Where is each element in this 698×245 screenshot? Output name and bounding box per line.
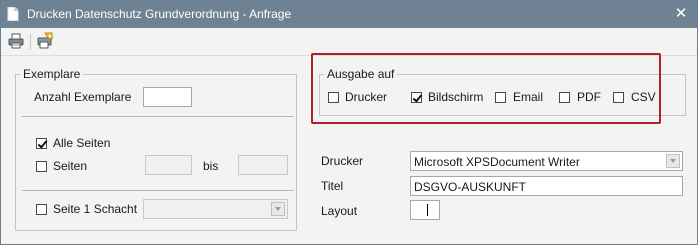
exemplare-group: Exemplare Anzahl Exemplare Alle Seiten S…: [15, 67, 297, 231]
window-title: Drucken Datenschutz Grundverordnung - An…: [27, 7, 292, 21]
chevron-down-icon[interactable]: [666, 154, 680, 168]
title-label: Titel: [321, 179, 344, 193]
printer-label: Drucker: [321, 154, 364, 168]
tray-select[interactable]: [143, 199, 288, 219]
printer-select[interactable]: Microsoft XPSDocument Writer: [410, 151, 683, 171]
pages-to-input[interactable]: [238, 155, 288, 175]
title-bar: Drucken Datenschutz Grundverordnung - An…: [1, 1, 697, 28]
pages-from-input[interactable]: [145, 155, 192, 175]
tray-label: Seite 1 Schacht: [53, 202, 138, 216]
layout-input[interactable]: [410, 200, 440, 220]
section-divider: [22, 190, 294, 191]
printer-icon[interactable]: [7, 32, 25, 50]
all-pages-label: Alle Seiten: [53, 136, 111, 150]
toolbar-separator: [30, 34, 31, 50]
pages-to-label: bis: [203, 159, 219, 173]
copies-input[interactable]: [143, 87, 192, 107]
output-highlight-frame: [311, 53, 661, 124]
title-input[interactable]: DSGVO-AUSKUNFT: [410, 176, 683, 196]
layout-label: Layout: [321, 204, 358, 218]
title-value: DSGVO-AUSKUNFT: [414, 180, 527, 194]
tray-checkbox[interactable]: [36, 204, 47, 215]
text-cursor: [427, 204, 428, 216]
exemplare-legend: Exemplare: [20, 67, 84, 81]
print-dialog: Drucken Datenschutz Grundverordnung - An…: [0, 0, 698, 245]
pages-label: Seiten: [53, 159, 88, 173]
chevron-down-icon[interactable]: [271, 202, 285, 216]
close-icon[interactable]: ✕: [671, 4, 691, 24]
all-pages-checkbox[interactable]: [36, 138, 47, 149]
printer-settings-icon[interactable]: [36, 32, 54, 50]
document-icon: [7, 7, 19, 21]
section-divider: [22, 116, 294, 117]
copies-label: Anzahl Exemplare: [34, 90, 132, 104]
toolbar: [1, 28, 697, 56]
pages-checkbox[interactable]: [36, 161, 47, 172]
printer-value: Microsoft XPSDocument Writer: [414, 155, 580, 169]
